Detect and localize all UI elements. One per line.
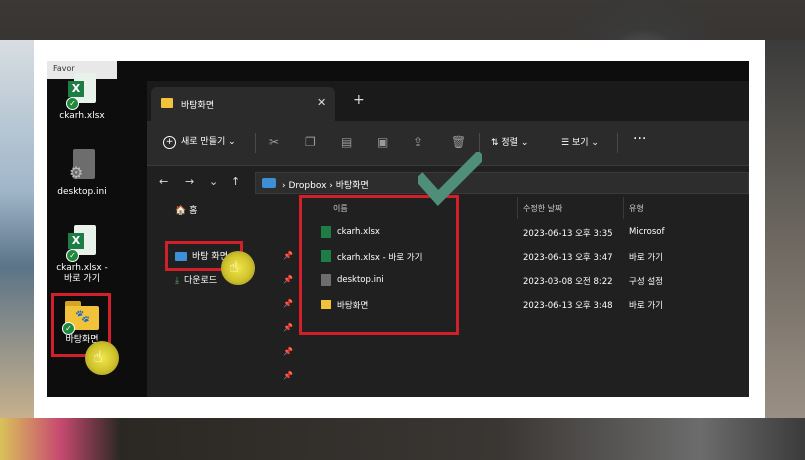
excel-shortcut-icon: X ✓ — [66, 225, 96, 262]
desktop-icon-xlsx[interactable]: X ✓ ckarh.xlsx — [47, 73, 117, 122]
divider — [517, 197, 518, 219]
desktop-icon-shortcut[interactable]: X ✓ ckarh.xlsx - 바로 가기 — [47, 225, 117, 285]
settings-file-icon: ⚙ — [69, 149, 95, 183]
desktop-icon-label: ckarh.xlsx — [59, 111, 105, 121]
divider — [479, 133, 480, 153]
hand-cursor-icon: ☝ — [229, 257, 239, 276]
pin-icon[interactable]: 📌 — [283, 299, 293, 308]
tab-title: 바탕화면 — [181, 101, 215, 111]
new-tab-button[interactable]: + — [353, 92, 365, 108]
back-arrow-icon[interactable]: ← — [159, 175, 168, 188]
desktop-icon-ini[interactable]: ⚙ desktop.ini — [47, 149, 117, 198]
background-left-strip — [0, 40, 36, 418]
forward-arrow-icon[interactable]: → — [185, 175, 194, 188]
pin-icon[interactable]: 📌 — [283, 251, 293, 260]
file-modified: 2023-03-08 오전 8:22 — [523, 277, 613, 287]
file-type: Microsof — [629, 227, 665, 237]
new-button[interactable]: + 새로 만들기 ⌄ — [163, 134, 236, 149]
background-bottom-strip — [0, 418, 805, 460]
cut-icon[interactable]: ✂ — [269, 135, 279, 149]
column-type[interactable]: 유형 — [629, 203, 644, 214]
desktop-icon-label: ckarh.xlsx - 바로 가기 — [56, 263, 108, 284]
tab-bar: 바탕화면 ✕ + — [147, 81, 749, 121]
highlight-box-file-list — [299, 195, 459, 335]
hand-cursor-icon: ☝ — [93, 347, 103, 366]
top-bar-label: Favor — [53, 64, 75, 73]
excel-icon: X ✓ — [66, 73, 96, 110]
navigation-pane: 🏠 홈 바탕 화면 ⤓ 다운로드 📌 📌 📌 📌 📌 📌 — [147, 197, 297, 397]
cursor-highlight: ☝ — [85, 341, 119, 375]
breadcrumb-current[interactable]: 바탕화면 — [336, 181, 369, 191]
more-button[interactable]: ··· — [633, 131, 646, 147]
download-icon: ⤓ — [175, 276, 179, 286]
file-explorer-window: 바탕화면 ✕ + + 새로 만들기 ⌄ ✂ ❐ ▤ ▣ ⇪ 🗑 ⇅ 정렬 ⌄ ☰ … — [147, 81, 749, 397]
share-icon[interactable]: ⇪ — [413, 135, 423, 149]
file-modified: 2023-06-13 오후 3:48 — [523, 301, 613, 311]
divider — [255, 133, 256, 153]
chevron-down-icon[interactable]: ⌄ — [209, 175, 218, 188]
pin-icon[interactable]: 📌 — [283, 371, 293, 380]
view-label: 보기 — [571, 138, 589, 148]
nav-home-label: 홈 — [189, 206, 198, 216]
copy-icon[interactable]: ❐ — [305, 135, 316, 149]
nav-item-downloads[interactable]: ⤓ 다운로드 — [175, 273, 217, 286]
new-button-label: 새로 만들기 — [181, 137, 226, 147]
sort-button[interactable]: ⇅ 정렬 ⌄ — [491, 135, 528, 148]
file-type: 구성 설정 — [629, 277, 663, 287]
green-check-mark-icon — [418, 152, 482, 206]
file-modified: 2023-06-13 오후 3:35 — [523, 229, 613, 239]
desktop-icon-label: desktop.ini — [57, 187, 107, 197]
file-type: 바로 가기 — [629, 253, 663, 263]
divider — [617, 133, 618, 153]
desktop-screen: Favor X ✓ ckarh.xlsx ⚙ desktop.ini X ✓ cka… — [47, 61, 749, 397]
background-right-strip — [765, 40, 805, 418]
breadcrumb: › Dropbox › 바탕화면 — [282, 181, 369, 191]
pin-icon[interactable]: 📌 — [283, 323, 293, 332]
pin-icon[interactable]: 📌 — [283, 275, 293, 284]
up-arrow-icon[interactable]: ↑ — [231, 175, 240, 188]
column-modified[interactable]: 수정한 날짜 — [523, 203, 562, 214]
rename-icon[interactable]: ▣ — [377, 135, 388, 149]
sort-label: 정렬 — [501, 138, 518, 148]
address-bar[interactable]: › Dropbox › 바탕화면 — [255, 172, 749, 194]
divider — [623, 197, 624, 219]
dropbox-icon — [262, 178, 276, 188]
close-icon[interactable]: ✕ — [317, 96, 326, 109]
folder-icon — [161, 98, 173, 108]
file-type: 바로 가기 — [629, 301, 663, 311]
pin-icon[interactable]: 📌 — [283, 347, 293, 356]
plus-icon: + — [163, 136, 176, 149]
nav-downloads-label: 다운로드 — [183, 276, 218, 286]
breadcrumb-root[interactable]: Dropbox — [288, 181, 326, 191]
view-button[interactable]: ☰ 보기 ⌄ — [561, 135, 599, 148]
cursor-highlight: ☝ — [221, 251, 255, 285]
delete-icon[interactable]: 🗑 — [451, 135, 466, 149]
paste-icon[interactable]: ▤ — [341, 135, 352, 149]
file-modified: 2023-06-13 오후 3:47 — [523, 253, 613, 263]
nav-item-home[interactable]: 🏠 홈 — [175, 203, 197, 216]
tab-desktop[interactable]: 바탕화면 ✕ — [151, 87, 335, 121]
